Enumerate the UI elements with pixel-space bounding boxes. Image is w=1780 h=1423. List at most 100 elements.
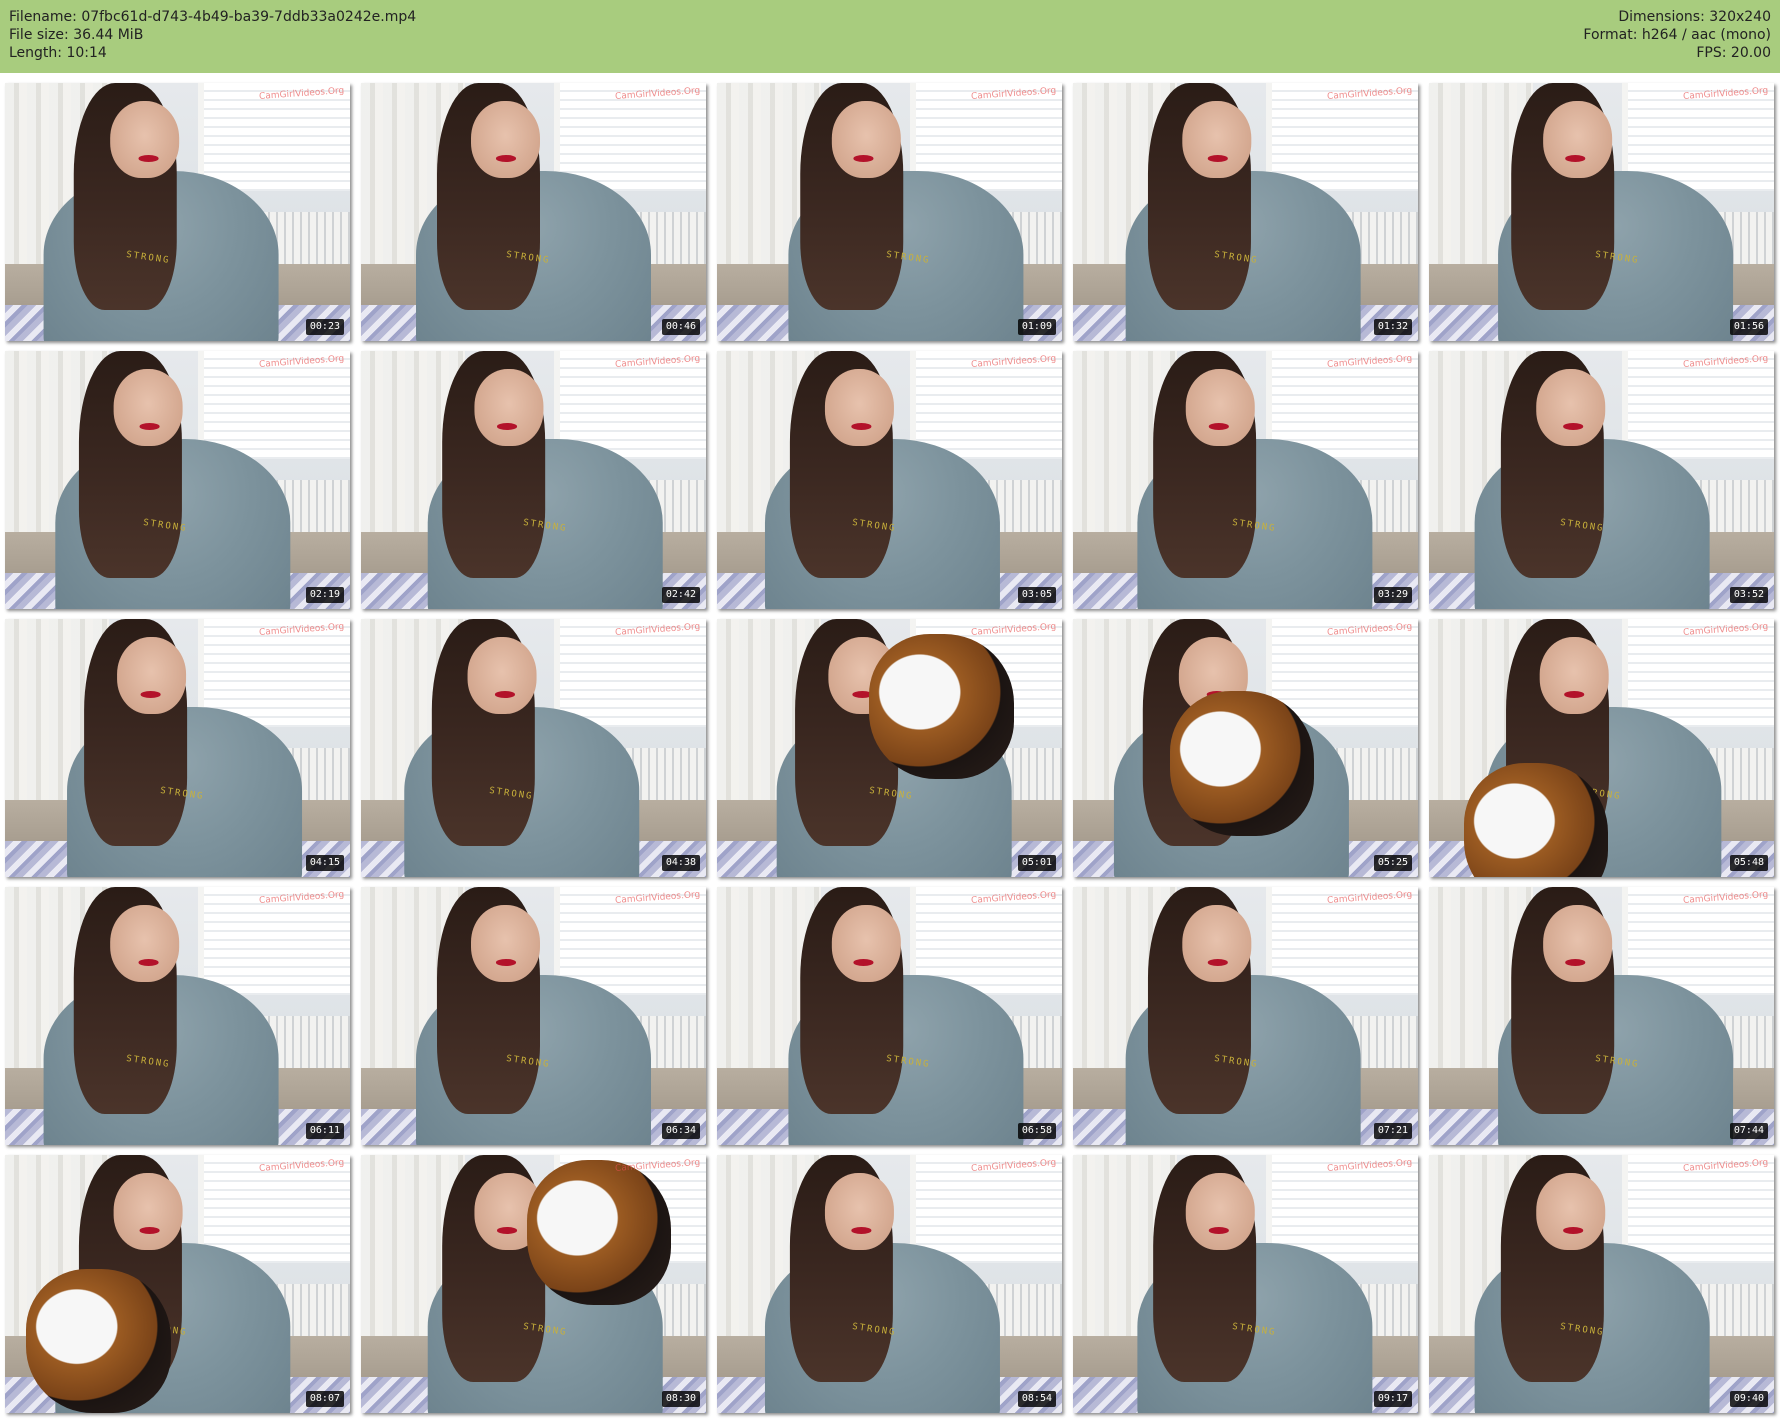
- video-thumbnail[interactable]: STRONG CamGirlVideos.Org 03:29: [1073, 351, 1418, 609]
- person-face: [117, 637, 187, 715]
- beagle-dog: [1169, 691, 1315, 836]
- frame-image: STRONGCamGirlVideos.Org: [1429, 351, 1774, 609]
- frame-image: STRONGCamGirlVideos.Org: [717, 887, 1062, 1145]
- filesize-value: 36.44 MiB: [73, 27, 144, 43]
- video-thumbnail[interactable]: STRONG CamGirlVideos.Org 01:56: [1429, 83, 1774, 341]
- frame-image: STRONGCamGirlVideos.Org: [1073, 351, 1418, 609]
- person-face: [1540, 637, 1610, 715]
- video-thumbnail[interactable]: STRONG CamGirlVideos.Org 01:32: [1073, 83, 1418, 341]
- timestamp-label: 09:17: [1373, 1391, 1412, 1407]
- timestamp-label: 07:44: [1729, 1123, 1768, 1139]
- timestamp-label: 01:09: [1017, 319, 1056, 335]
- person-lips: [852, 155, 874, 162]
- person-lips: [850, 423, 872, 430]
- person-lips: [494, 691, 516, 698]
- video-thumbnail[interactable]: STRONG CamGirlVideos.Org 05:01: [717, 619, 1062, 877]
- frame-image: STRONGCamGirlVideos.Org: [361, 1155, 706, 1413]
- video-thumbnail[interactable]: STRONG CamGirlVideos.Org 08:54: [717, 1155, 1062, 1413]
- frame-image: STRONGCamGirlVideos.Org: [361, 619, 706, 877]
- video-thumbnail[interactable]: STRONG CamGirlVideos.Org 05:48: [1429, 619, 1774, 877]
- length-label: Length:: [9, 45, 63, 61]
- video-thumbnail[interactable]: STRONGCamGirlVideos.Org05:25: [1073, 619, 1418, 877]
- person-face: [474, 369, 544, 447]
- video-thumbnail[interactable]: STRONG CamGirlVideos.Org 03:05: [717, 351, 1062, 609]
- thumbnail-grid: STRONG CamGirlVideos.Org 00:23 STRONG CamGir…: [0, 73, 1780, 1423]
- video-thumbnail[interactable]: STRONG CamGirlVideos.Org 08:30: [361, 1155, 706, 1413]
- video-thumbnail[interactable]: STRONG CamGirlVideos.Org 04:38: [361, 619, 706, 877]
- person-lips: [495, 155, 517, 162]
- filename-value: 07fbc61d-d743-4b49-ba39-7ddb33a0242e.mp4: [81, 9, 417, 25]
- video-thumbnail[interactable]: STRONG CamGirlVideos.Org 07:44: [1429, 887, 1774, 1145]
- person-face: [471, 101, 541, 179]
- person-lips: [1208, 423, 1230, 430]
- video-thumbnail[interactable]: STRONG CamGirlVideos.Org 00:23: [5, 83, 350, 341]
- beagle-dog: [868, 634, 1014, 779]
- timestamp-label: 06:58: [1017, 1123, 1056, 1139]
- video-thumbnail[interactable]: STRONG CamGirlVideos.Org 01:09: [717, 83, 1062, 341]
- person-face: [1186, 369, 1256, 447]
- timestamp-label: 04:15: [305, 855, 344, 871]
- video-thumbnail[interactable]: STRONG CamGirlVideos.Org 09:17: [1073, 1155, 1418, 1413]
- filesize-label: File size:: [9, 27, 69, 43]
- video-thumbnail[interactable]: STRONG CamGirlVideos.Org 07:21: [1073, 887, 1418, 1145]
- frame-image: STRONGCamGirlVideos.Org: [1429, 619, 1774, 877]
- person-lips: [138, 155, 159, 162]
- video-thumbnail[interactable]: STRONG CamGirlVideos.Org 03:52: [1429, 351, 1774, 609]
- video-thumbnail[interactable]: STRONG CamGirlVideos.Org 06:11: [5, 887, 350, 1145]
- video-thumbnail[interactable]: STRONG CamGirlVideos.Org 06:58: [717, 887, 1062, 1145]
- video-thumbnail[interactable]: STRONG CamGirlVideos.Org 04:15: [5, 619, 350, 877]
- person-lips: [1564, 959, 1586, 966]
- frame-image: STRONGCamGirlVideos.Org: [717, 619, 1062, 877]
- timestamp-label: 00:23: [305, 319, 344, 335]
- length-row: Length: 10:14: [9, 44, 416, 62]
- person-lips: [496, 1227, 518, 1234]
- dimensions-row: Dimensions: 320x240: [1583, 8, 1771, 26]
- person-face: [114, 369, 184, 447]
- frame-image: STRONGCamGirlVideos.Org: [717, 351, 1062, 609]
- stream-info: Dimensions: 320x240 Format: h264 / aac (…: [1583, 8, 1771, 62]
- person-face: [471, 905, 541, 983]
- filename-row: Filename: 07fbc61d-d743-4b49-ba39-7ddb33…: [9, 8, 416, 26]
- timestamp-label: 06:34: [661, 1123, 700, 1139]
- video-thumbnail[interactable]: STRONG CamGirlVideos.Org 09:40: [1429, 1155, 1774, 1413]
- timestamp-label: 08:30: [661, 1391, 700, 1407]
- fps-value: 20.00: [1730, 45, 1771, 61]
- timestamp-label: 07:21: [1373, 1123, 1412, 1139]
- person-lips: [139, 1227, 160, 1234]
- video-thumbnail[interactable]: STRONG CamGirlVideos.Org 06:34: [361, 887, 706, 1145]
- person-lips: [496, 423, 518, 430]
- person-lips: [1562, 423, 1584, 430]
- frame-image: STRONGCamGirlVideos.Org: [5, 351, 350, 609]
- video-thumbnail[interactable]: STRONG CamGirlVideos.Org 02:19: [5, 351, 350, 609]
- person-face: [1182, 905, 1252, 983]
- timestamp-label: 01:56: [1729, 319, 1768, 335]
- format-row: Format: h264 / aac (mono): [1583, 26, 1771, 44]
- frame-image: STRONGCamGirlVideos.Org: [1429, 1155, 1774, 1413]
- person-face: [110, 101, 180, 179]
- person-lips: [1564, 155, 1586, 162]
- video-thumbnail[interactable]: STRONGCamGirlVideos.Org08:07: [5, 1155, 350, 1413]
- timestamp-label: 08:07: [305, 1391, 344, 1407]
- frame-image: STRONGCamGirlVideos.Org: [717, 1155, 1062, 1413]
- timestamp-label: 02:19: [305, 587, 344, 603]
- timestamp-label: 03:29: [1373, 587, 1412, 603]
- person-face: [114, 1173, 184, 1251]
- video-thumbnail[interactable]: STRONG CamGirlVideos.Org 02:42: [361, 351, 706, 609]
- person-lips: [1562, 1227, 1584, 1234]
- timestamp-label: 09:40: [1729, 1391, 1768, 1407]
- timestamp-label: 05:25: [1373, 855, 1412, 871]
- timestamp-label: 03:05: [1017, 587, 1056, 603]
- person-face: [1186, 1173, 1256, 1251]
- beagle-dog: [25, 1268, 171, 1413]
- person-lips: [852, 959, 874, 966]
- timestamp-label: 06:11: [305, 1123, 344, 1139]
- frame-image: STRONGCamGirlVideos.Org: [1429, 83, 1774, 341]
- frame-image: STRONGCamGirlVideos.Org: [717, 83, 1062, 341]
- person-face: [832, 905, 902, 983]
- frame-image: STRONGCamGirlVideos.Org: [5, 83, 350, 341]
- person-face: [825, 369, 895, 447]
- person-face: [832, 101, 902, 179]
- video-thumbnail[interactable]: STRONG CamGirlVideos.Org 00:46: [361, 83, 706, 341]
- person-lips: [138, 959, 159, 966]
- filename-label: Filename:: [9, 9, 77, 25]
